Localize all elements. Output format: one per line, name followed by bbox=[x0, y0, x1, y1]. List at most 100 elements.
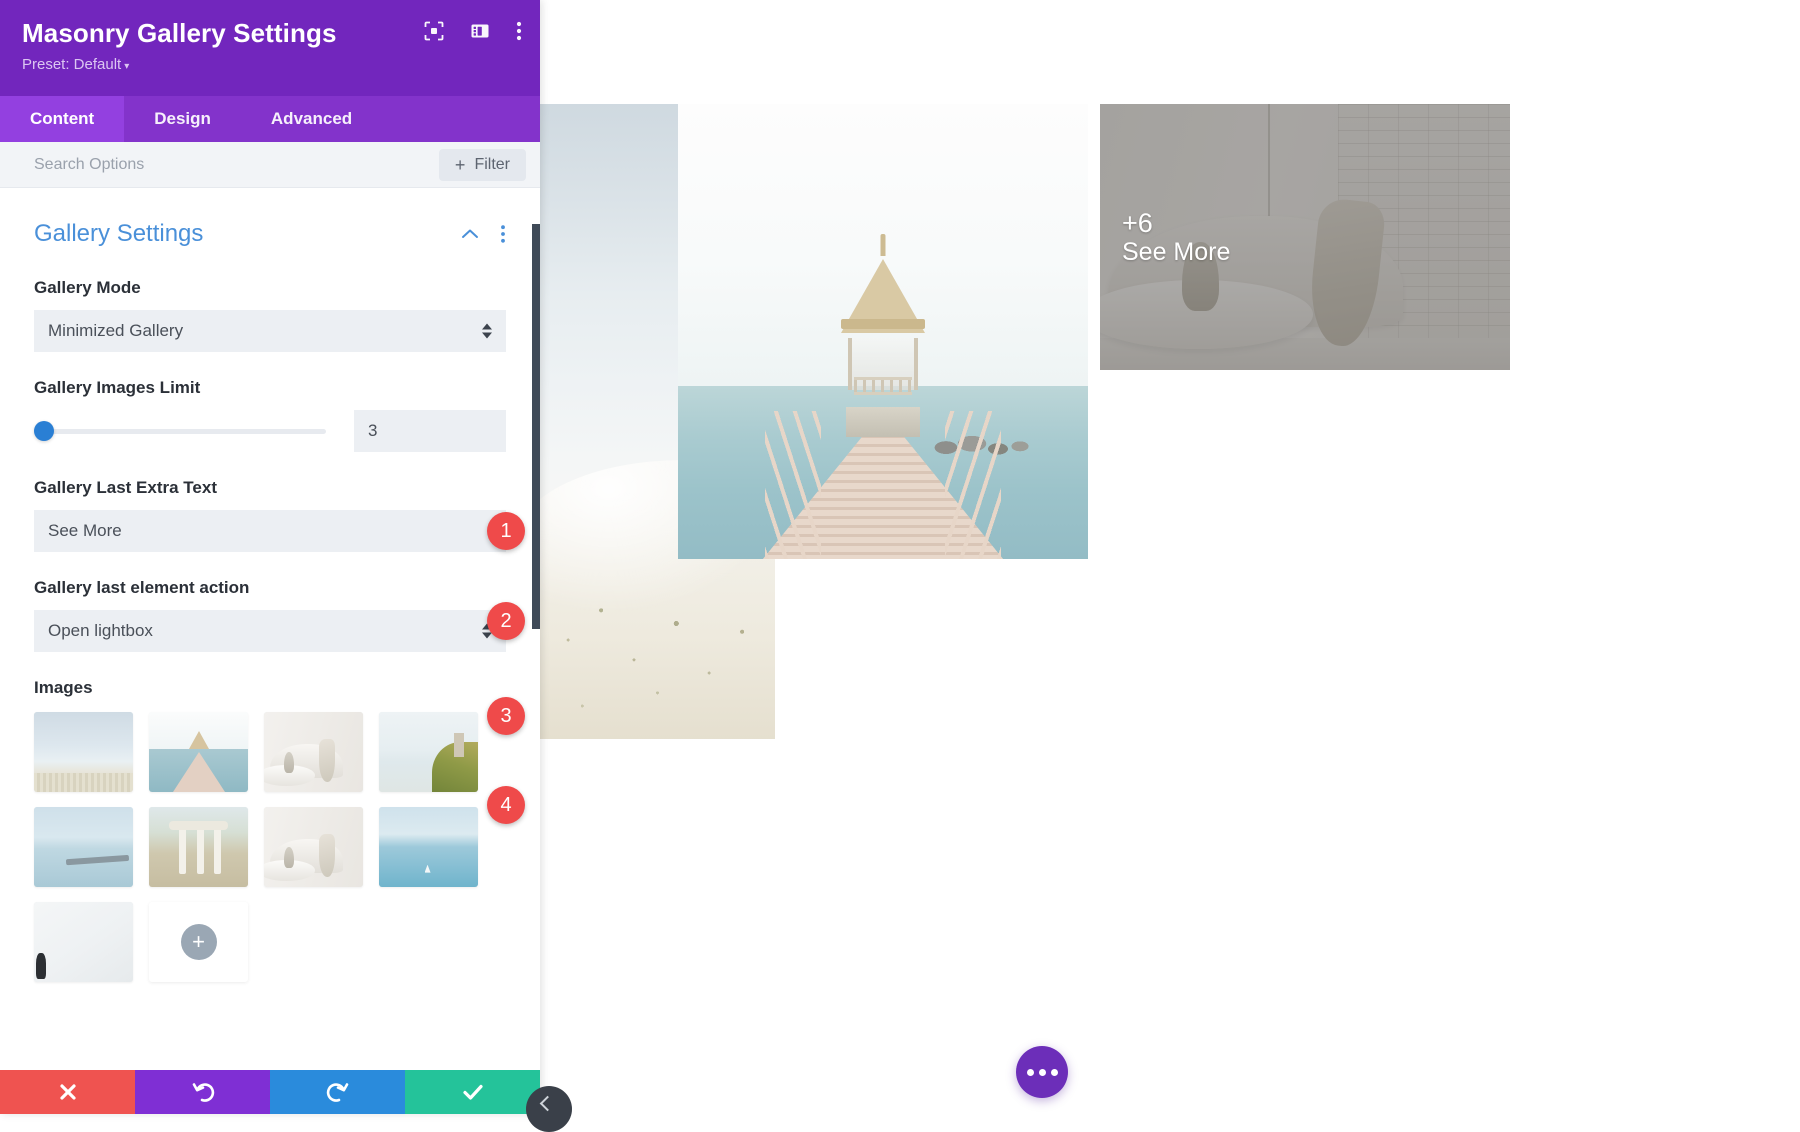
gallery-settings-section-header: Gallery Settings bbox=[34, 188, 506, 252]
ellipsis-dot-3 bbox=[1051, 1069, 1058, 1076]
module-settings-panel: Masonry Gallery Settings Preset: Default… bbox=[0, 0, 540, 1114]
preset-selector[interactable]: Preset: Default▾ bbox=[22, 56, 518, 73]
see-more-count: +6 bbox=[1122, 208, 1230, 238]
thumb-beach-horizon[interactable] bbox=[34, 712, 133, 792]
caret-up bbox=[482, 624, 492, 630]
undo-button[interactable] bbox=[135, 1070, 270, 1114]
gallery-last-element-action-select-wrap: Open lightbox bbox=[34, 610, 506, 652]
gallery-images-limit-label: Gallery Images Limit bbox=[34, 378, 506, 398]
caret-down bbox=[482, 333, 492, 339]
gallery-mode-select[interactable]: Minimized Gallery bbox=[34, 310, 506, 352]
panel-body: Gallery Settings Gallery Mode Minimized … bbox=[0, 188, 540, 1070]
field-gallery-images-limit: Gallery Images Limit 3 bbox=[34, 378, 506, 452]
gazebo-railing bbox=[854, 377, 912, 395]
field-gallery-mode: Gallery Mode Minimized Gallery bbox=[34, 278, 506, 352]
slider-track bbox=[34, 429, 326, 434]
masonry-gallery: +6 See More bbox=[540, 104, 1780, 744]
gallery-image-interior-see-more[interactable]: +6 See More bbox=[1100, 104, 1510, 370]
panel-header-icons bbox=[424, 20, 522, 47]
search-input[interactable] bbox=[34, 156, 439, 174]
slider-handle[interactable] bbox=[34, 421, 54, 441]
caret-up bbox=[482, 324, 492, 330]
gallery-mode-label: Gallery Mode bbox=[34, 278, 506, 298]
thumb-art bbox=[379, 807, 478, 887]
gazebo-thatch-roof bbox=[841, 259, 925, 333]
thumb-cliff-overlook[interactable] bbox=[379, 712, 478, 792]
preset-label: Preset: Default bbox=[22, 56, 121, 73]
gallery-image-pier-gazebo[interactable] bbox=[678, 104, 1088, 559]
field-gallery-last-extra-text: Gallery Last Extra Text See More bbox=[34, 478, 506, 552]
plus-icon: + bbox=[455, 156, 466, 174]
section-title: Gallery Settings bbox=[34, 220, 440, 248]
kebab-menu-icon[interactable] bbox=[516, 20, 522, 47]
thumb-calm-jetty[interactable] bbox=[34, 807, 133, 887]
gallery-mode-select-wrap: Minimized Gallery bbox=[34, 310, 506, 352]
thumb-white-minimal[interactable] bbox=[34, 902, 133, 982]
thumb-white-sofa-room[interactable] bbox=[264, 807, 363, 887]
pier-railing-left bbox=[765, 411, 821, 559]
gallery-last-element-action-label: Gallery last element action bbox=[34, 578, 506, 598]
pier-platform bbox=[846, 407, 920, 437]
see-more-overlay-text: +6 See More bbox=[1122, 208, 1230, 266]
gallery-last-extra-text-input[interactable]: See More bbox=[34, 510, 506, 552]
images-grid: + bbox=[34, 712, 506, 982]
gallery-images-limit-slider[interactable] bbox=[34, 418, 326, 444]
ellipsis-dot-2 bbox=[1039, 1069, 1046, 1076]
tab-advanced[interactable]: Advanced bbox=[241, 96, 382, 142]
tab-content[interactable]: Content bbox=[0, 96, 124, 142]
gallery-images-limit-value: 3 bbox=[368, 421, 377, 441]
thumb-art bbox=[264, 807, 363, 887]
gazebo-roof-tip bbox=[881, 234, 886, 256]
gallery-last-element-action-value: Open lightbox bbox=[48, 621, 153, 641]
field-gallery-last-element-action: Gallery last element action Open lightbo… bbox=[34, 578, 506, 652]
panel-action-bar bbox=[0, 1070, 540, 1114]
thumb-art bbox=[34, 712, 133, 792]
search-bar: + Filter bbox=[0, 142, 540, 188]
section-kebab-menu-icon[interactable] bbox=[500, 224, 506, 244]
pier-railing-right bbox=[945, 411, 1001, 559]
gallery-images-limit-row: 3 bbox=[34, 410, 506, 452]
caret-down bbox=[482, 633, 492, 639]
panel-tabs: Content Design Advanced bbox=[0, 96, 540, 142]
gallery-last-extra-text-label: Gallery Last Extra Text bbox=[34, 478, 506, 498]
thumb-blue-sea-sailboat[interactable] bbox=[379, 807, 478, 887]
panel-resize-knob[interactable] bbox=[526, 1086, 572, 1132]
thumb-art bbox=[264, 712, 363, 792]
gallery-last-extra-text-value: See More bbox=[48, 521, 122, 541]
gallery-last-element-action-select[interactable]: Open lightbox bbox=[34, 610, 506, 652]
select-updown-icon bbox=[482, 324, 492, 339]
panel-scrollbar-thumb[interactable] bbox=[532, 224, 540, 629]
page-settings-fab[interactable] bbox=[1016, 1046, 1068, 1098]
filter-label: Filter bbox=[474, 156, 510, 174]
thumb-art bbox=[34, 902, 133, 982]
field-images: Images bbox=[34, 678, 506, 982]
gallery-images-limit-input[interactable]: 3 bbox=[354, 410, 506, 452]
thumb-pier-gazebo[interactable] bbox=[149, 712, 248, 792]
thumb-art bbox=[149, 712, 248, 792]
undo-arrow-icon bbox=[191, 1080, 215, 1104]
chevron-up-icon[interactable] bbox=[460, 227, 480, 241]
cancel-button[interactable] bbox=[0, 1070, 135, 1114]
tab-design[interactable]: Design bbox=[124, 96, 241, 142]
see-more-label: See More bbox=[1122, 238, 1230, 266]
layout-panel-icon[interactable] bbox=[470, 21, 490, 46]
thumb-art bbox=[379, 712, 478, 792]
panel-scrollbar-track[interactable] bbox=[532, 188, 540, 1070]
checkmark-icon bbox=[461, 1081, 485, 1103]
save-button[interactable] bbox=[405, 1070, 540, 1114]
redo-arrow-icon bbox=[326, 1080, 350, 1104]
thumb-art bbox=[34, 807, 133, 887]
filter-button[interactable]: + Filter bbox=[439, 149, 526, 181]
panel-header: Masonry Gallery Settings Preset: Default… bbox=[0, 0, 540, 96]
close-x-icon bbox=[57, 1081, 79, 1103]
focus-target-icon[interactable] bbox=[424, 21, 444, 46]
add-image-button[interactable]: + bbox=[149, 902, 248, 982]
chevron-down-icon: ▾ bbox=[124, 61, 129, 72]
thumb-white-interior[interactable] bbox=[264, 712, 363, 792]
gallery-mode-value: Minimized Gallery bbox=[48, 321, 183, 341]
ellipsis-dot-1 bbox=[1027, 1069, 1034, 1076]
plus-icon: + bbox=[181, 924, 217, 960]
thumb-white-archway[interactable] bbox=[149, 807, 248, 887]
redo-button[interactable] bbox=[270, 1070, 405, 1114]
select-updown-icon bbox=[482, 624, 492, 639]
